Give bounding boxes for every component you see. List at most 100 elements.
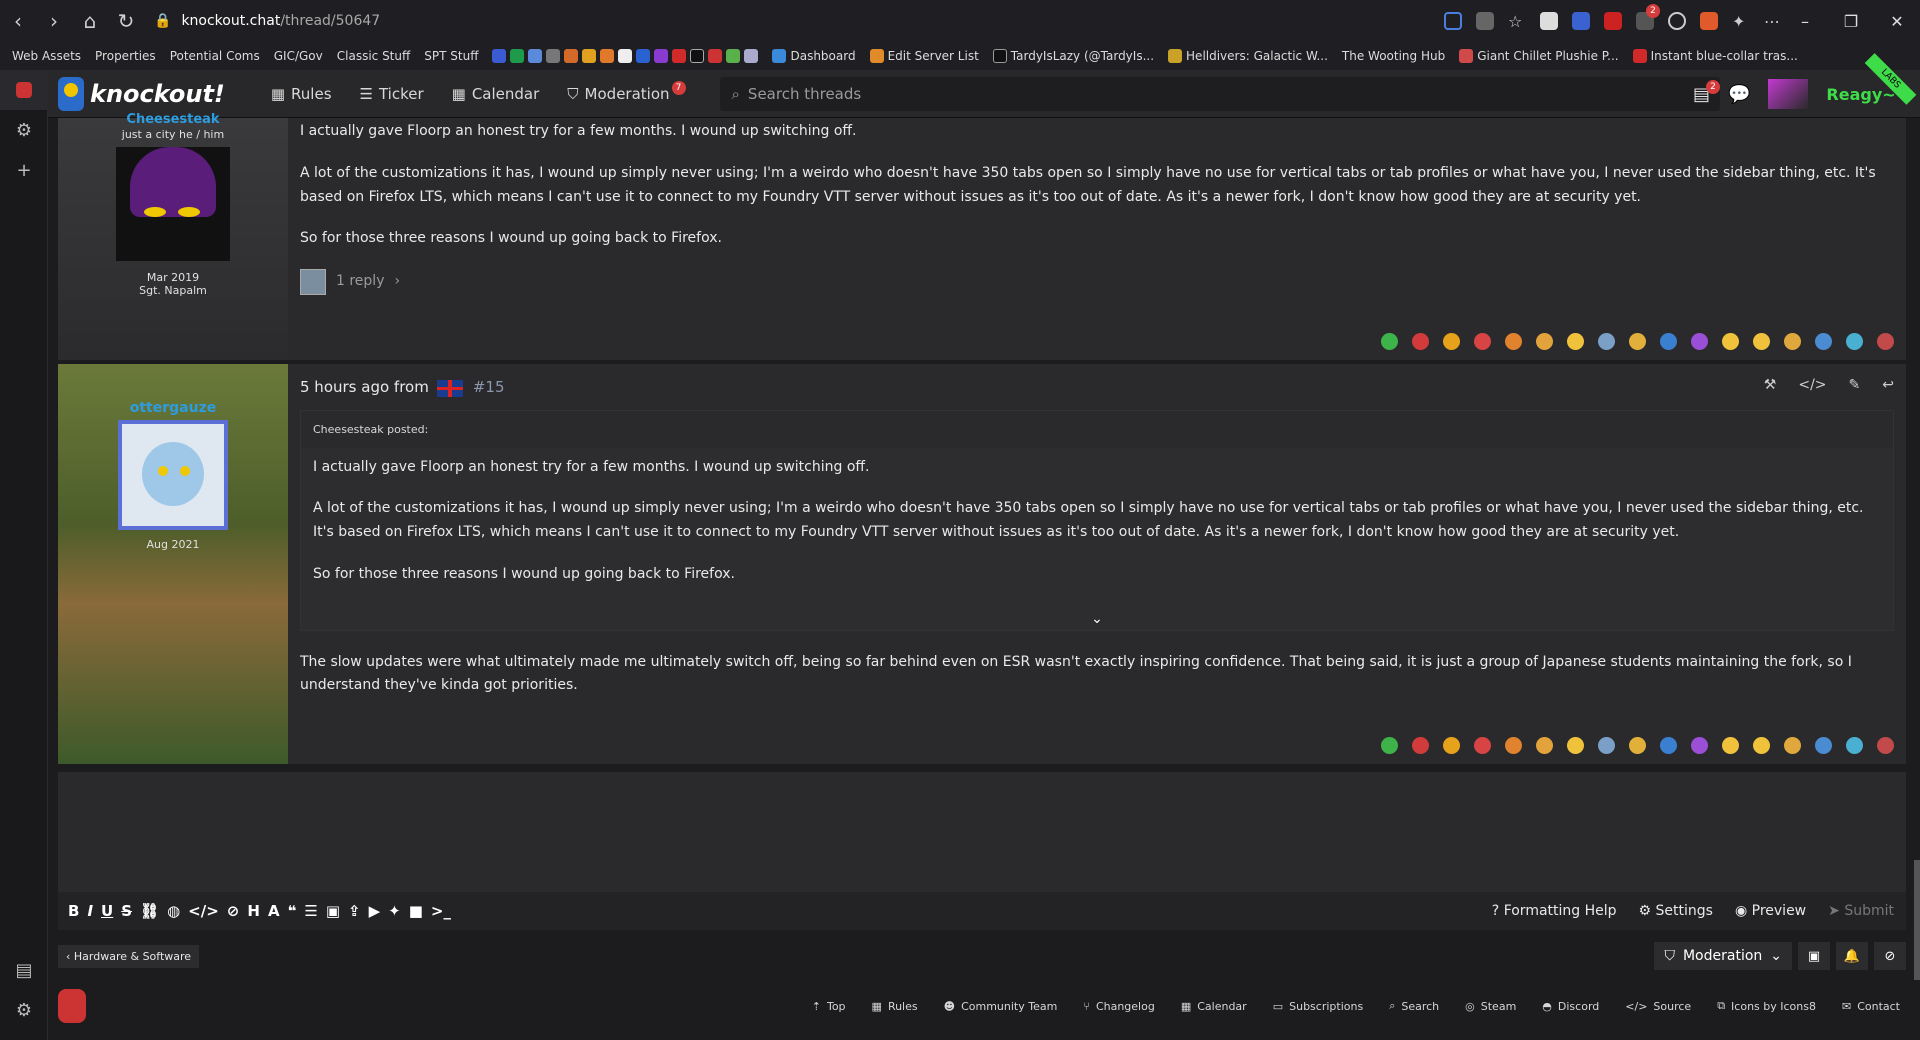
- reaction-icon[interactable]: [1784, 737, 1801, 754]
- reply-textarea[interactable]: [58, 772, 1906, 892]
- replies-link[interactable]: 1 reply ›: [300, 269, 1894, 296]
- bookmark-dashboard[interactable]: Dashboard: [772, 49, 856, 63]
- reaction-disagree-icon[interactable]: [1412, 737, 1429, 754]
- bookmark-favicon-icon[interactable]: [564, 49, 579, 63]
- bookmark-gic-gov[interactable]: GIC/Gov: [274, 49, 323, 63]
- restore-icon[interactable]: ❐: [1828, 0, 1874, 42]
- link-icon[interactable]: ⛓: [140, 902, 159, 920]
- bookmark-favicon-icon[interactable]: [546, 49, 561, 63]
- user-avatar[interactable]: [116, 147, 230, 261]
- reaction-idea-icon[interactable]: [1722, 333, 1739, 350]
- reaction-cloud-icon[interactable]: [1598, 737, 1615, 754]
- inbox-icon[interactable]: ▤ 2: [1693, 79, 1720, 105]
- bookmark-classic-stuff[interactable]: Classic Stuff: [337, 49, 411, 63]
- translate-icon[interactable]: [1476, 12, 1494, 30]
- reaction-rainbow-icon[interactable]: [1567, 333, 1584, 350]
- moderation-dropdown[interactable]: ⛉ Moderation ⌄: [1654, 942, 1792, 970]
- bold-icon[interactable]: B: [68, 902, 79, 920]
- bookmark-wooting[interactable]: The Wooting Hub: [1342, 49, 1445, 63]
- bookmark-properties[interactable]: Properties: [95, 49, 156, 63]
- bookmark-favicon-icon[interactable]: [618, 49, 633, 63]
- reaction-icon[interactable]: [1815, 333, 1832, 350]
- post-username[interactable]: Cheesesteak: [126, 112, 219, 126]
- nav-moderation[interactable]: ⛉ Moderation 7: [567, 80, 686, 103]
- reaction-question-icon[interactable]: [1691, 737, 1708, 754]
- extension-blue-icon[interactable]: [1572, 12, 1590, 30]
- footer-link-contact[interactable]: ✉ Contact: [1842, 999, 1900, 1013]
- bookmark-favicon-icon[interactable]: [726, 49, 741, 63]
- reaction-agree-icon[interactable]: [1381, 333, 1398, 350]
- image-icon[interactable]: ▣: [326, 902, 340, 920]
- reaction-info-icon[interactable]: [1660, 333, 1677, 350]
- youtube-icon[interactable]: [672, 49, 687, 63]
- footer-link-steam[interactable]: ◎ Steam: [1465, 999, 1516, 1013]
- bookmark-favicon-icon[interactable]: [492, 49, 507, 63]
- code-icon[interactable]: </>: [188, 902, 219, 920]
- reaction-info-icon[interactable]: [1660, 737, 1677, 754]
- underline-icon[interactable]: U: [101, 902, 113, 920]
- reaction-clock-icon[interactable]: [1877, 333, 1894, 350]
- star-icon[interactable]: ☆: [1508, 12, 1526, 31]
- footer-link-changelog[interactable]: ⑂ Changelog: [1083, 999, 1155, 1013]
- globe-icon[interactable]: ◍: [167, 902, 180, 920]
- bookmark-favicon-icon[interactable]: [600, 49, 615, 63]
- pencil-icon[interactable]: ✎: [1849, 374, 1861, 398]
- breadcrumb[interactable]: ‹ Hardware & Software: [58, 944, 200, 968]
- reaction-funny-icon[interactable]: [1443, 737, 1460, 754]
- heading-icon[interactable]: H: [247, 902, 260, 920]
- reaction-disagree-icon[interactable]: [1412, 333, 1429, 350]
- user-avatar[interactable]: [1768, 79, 1809, 109]
- submit-button[interactable]: ➤ Submit: [1828, 903, 1894, 919]
- bookmark-potential-coms[interactable]: Potential Coms: [170, 49, 260, 63]
- plus-icon[interactable]: +: [0, 150, 48, 190]
- reaction-icon[interactable]: [1505, 333, 1522, 350]
- footer-link-calendar[interactable]: ▦ Calendar: [1181, 999, 1247, 1013]
- strikethrough-icon[interactable]: S: [121, 902, 132, 920]
- text-size-icon[interactable]: A: [268, 902, 280, 920]
- mail-icon[interactable]: [1540, 12, 1558, 30]
- code-icon[interactable]: </>: [1798, 374, 1826, 398]
- reaction-icon[interactable]: [1784, 333, 1801, 350]
- reaction-icon[interactable]: [1629, 333, 1646, 350]
- list-icon[interactable]: ☰: [304, 902, 317, 920]
- menu-dots-icon[interactable]: ⋯: [1764, 12, 1782, 31]
- bookmark-spt-stuff[interactable]: SPT Stuff: [424, 49, 478, 63]
- post-number[interactable]: #15: [473, 375, 505, 401]
- bell-icon[interactable]: 🔔: [1836, 942, 1868, 970]
- footer-link-search[interactable]: ⌕ Search: [1389, 999, 1439, 1013]
- quote-icon[interactable]: ❝: [288, 902, 297, 920]
- bookmark-favicon-icon[interactable]: [528, 49, 543, 63]
- bookmark-favicon-icon[interactable]: [582, 49, 597, 63]
- home-icon[interactable]: ⌂: [72, 3, 108, 39]
- sidebar-app-icon[interactable]: [0, 70, 48, 110]
- settings-button[interactable]: ⚙ Settings: [1639, 903, 1713, 919]
- footer-link-discord[interactable]: ◓ Discord: [1542, 999, 1599, 1013]
- bookmark-web-assets[interactable]: Web Assets: [12, 49, 81, 63]
- video-icon[interactable]: ■: [409, 902, 423, 920]
- twitch-icon[interactable]: [654, 49, 669, 63]
- italic-icon[interactable]: I: [87, 902, 93, 920]
- bookmark-favicon-icon[interactable]: [510, 49, 525, 63]
- bookmark-blue-collar[interactable]: Instant blue-collar tras...: [1632, 49, 1798, 63]
- wiki-icon[interactable]: [1668, 12, 1686, 30]
- reaction-heart-icon[interactable]: [1474, 333, 1491, 350]
- reaction-glasses-icon[interactable]: [1846, 333, 1863, 350]
- footer-link-rules[interactable]: ▦ Rules: [872, 999, 918, 1013]
- page-scrollbar[interactable]: [1914, 860, 1920, 980]
- reaction-question-icon[interactable]: [1691, 333, 1708, 350]
- youtube-icon[interactable]: ▶: [369, 902, 381, 920]
- site-logo[interactable]: knockout!: [58, 76, 225, 111]
- puzzle-icon[interactable]: ✦: [1732, 12, 1750, 31]
- reaction-zap-icon[interactable]: [1753, 333, 1770, 350]
- nav-calendar[interactable]: ▦ Calendar: [452, 85, 540, 103]
- bookmark-edit-server-list[interactable]: Edit Server List: [869, 49, 979, 63]
- reaction-glasses-icon[interactable]: [1846, 737, 1863, 754]
- reaction-icon[interactable]: [1536, 333, 1553, 350]
- reaction-rainbow-icon[interactable]: [1567, 737, 1584, 754]
- extension-badge-icon[interactable]: 2: [1636, 4, 1660, 30]
- image-button[interactable]: ▣: [1798, 942, 1830, 970]
- reaction-funny-icon[interactable]: [1443, 333, 1460, 350]
- reply-icon[interactable]: ↩: [1882, 374, 1894, 398]
- reaction-idea-icon[interactable]: [1722, 737, 1739, 754]
- formatting-help-button[interactable]: ? Formatting Help: [1492, 903, 1617, 919]
